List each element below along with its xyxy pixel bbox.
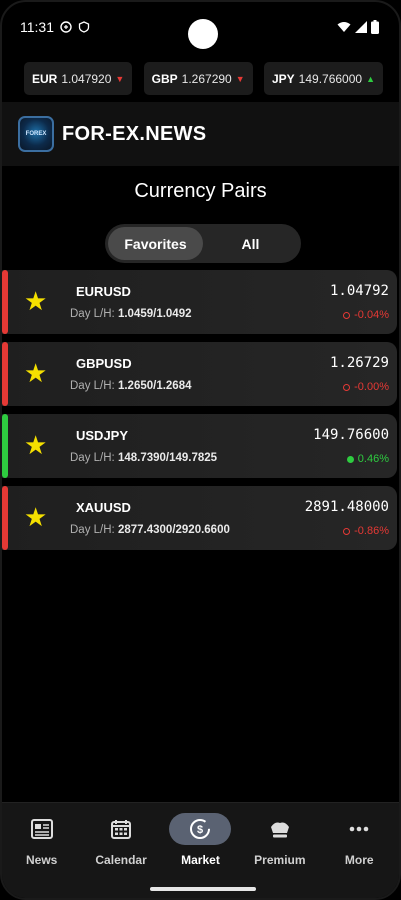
ticker-item-gbp[interactable]: GBP 1.267290 ▼ [143,62,253,95]
range-value: 1.0459/1.0492 [117,308,192,320]
tab-favorites[interactable]: Favorites [108,227,203,260]
wifi-icon [337,22,351,32]
shield-icon [78,21,90,33]
data-saver-icon [60,21,72,33]
logo-text: FOREX [25,131,47,137]
nav-market[interactable]: $ Market [164,813,236,867]
brand-title: FOR-EX.NEWS [62,122,207,145]
market-icon: $ [190,819,211,839]
status-time: 11:31 [20,19,54,35]
range-label: Day L/H: [70,452,115,464]
pair-change: 0.46% [346,453,389,465]
pair-price: 1.26729 [329,355,389,371]
pair-card-eurusd[interactable]: ★ EURUSD Day L/H: 1.0459/1.0492 1.04792 … [2,270,397,334]
pair-symbol: XAUUSD [76,500,131,515]
arrow-down-icon: ▼ [235,73,245,84]
arrow-up-icon: ▲ [366,73,375,84]
app-header: FOREX FOR-EX.NEWS [2,102,399,166]
change-value: -0.00% [354,381,389,393]
crown-icon [270,822,289,838]
change-dot-icon [343,311,351,319]
day-range: Day L/H: 2877.4300/2920.6600 [70,524,230,536]
nav-label: More [344,853,374,867]
battery-icon [371,20,379,34]
phone-screen: 11:31 EUR 1.047920 ▼ GBP 1.267290 ▼ JPY … [0,0,401,900]
pair-change: -0.04% [343,309,389,321]
star-icon[interactable]: ★ [24,288,47,314]
nav-label: Calendar [95,853,147,867]
change-value: 0.46% [357,453,389,465]
home-indicator[interactable] [150,887,256,891]
range-value: 1.2650/1.2684 [117,380,192,392]
pair-price: 1.04792 [329,283,389,299]
trend-bar [2,342,8,406]
trend-bar [2,414,8,478]
change-dot-icon [343,527,351,535]
calendar-icon [111,820,132,839]
more-icon [349,826,369,832]
ticker-symbol: GBP [151,71,178,86]
ticker-value: 149.766000 [298,71,363,86]
news-icon [30,819,53,839]
ticker-symbol: JPY [271,71,295,86]
bottom-navigation: News Calendar $ Market Premium More [2,802,399,898]
change-dot-icon [343,383,351,391]
ticker-symbol: EUR [32,71,58,86]
range-value: 2877.4300/2920.6600 [117,524,230,536]
front-camera [188,19,218,49]
pair-price: 149.76600 [313,427,389,443]
pair-change: -0.00% [343,381,389,393]
ticker-bar: EUR 1.047920 ▼ GBP 1.267290 ▼ JPY 149.76… [2,62,399,95]
arrow-down-icon: ▼ [115,73,125,84]
pair-card-gbpusd[interactable]: ★ GBPUSD Day L/H: 1.2650/1.2684 1.26729 … [2,342,397,406]
trend-bar [2,486,8,550]
range-label: Day L/H: [70,380,115,392]
signal-icon [355,21,367,33]
nav-premium[interactable]: Premium [244,813,316,867]
change-dot-icon [346,455,354,463]
nav-label: News [26,853,58,867]
pair-card-xauusd[interactable]: ★ XAUUSD Day L/H: 2877.4300/2920.6600 28… [2,486,397,550]
pair-change: -0.86% [343,525,389,537]
pairs-list: ★ EURUSD Day L/H: 1.0459/1.0492 1.04792 … [2,270,399,558]
pair-symbol: USDJPY [76,428,129,443]
range-value: 148.7390/149.7825 [117,452,218,464]
ticker-value: 1.047920 [61,71,112,86]
svg-text:$: $ [197,824,203,836]
ticker-value: 1.267290 [181,71,232,86]
range-label: Day L/H: [70,524,115,536]
nav-label: Premium [254,853,306,867]
pair-symbol: EURUSD [76,284,131,299]
day-range: Day L/H: 1.0459/1.0492 [70,308,192,320]
star-icon[interactable]: ★ [24,432,47,458]
ticker-item-eur[interactable]: EUR 1.047920 ▼ [24,62,133,95]
nav-label: Market [181,853,220,867]
star-icon[interactable]: ★ [24,504,47,530]
nav-news[interactable]: News [6,813,78,867]
pair-price: 2891.48000 [304,499,389,515]
ticker-item-jpy[interactable]: JPY 149.766000 ▲ [263,62,383,95]
change-value: -0.04% [354,309,389,321]
change-value: -0.86% [354,525,389,537]
tab-all[interactable]: All [203,227,298,260]
range-label: Day L/H: [70,308,115,320]
nav-calendar[interactable]: Calendar [85,813,157,867]
day-range: Day L/H: 148.7390/149.7825 [70,452,217,464]
pair-card-usdjpy[interactable]: ★ USDJPY Day L/H: 148.7390/149.7825 149.… [2,414,397,478]
page-title: Currency Pairs [134,180,267,202]
tab-switcher: Favorites All [105,224,301,263]
day-range: Day L/H: 1.2650/1.2684 [70,380,192,392]
trend-bar [2,270,8,334]
pair-symbol: GBPUSD [76,356,132,371]
star-icon[interactable]: ★ [24,360,47,386]
nav-more[interactable]: More [323,813,395,867]
app-logo: FOREX [18,116,54,152]
